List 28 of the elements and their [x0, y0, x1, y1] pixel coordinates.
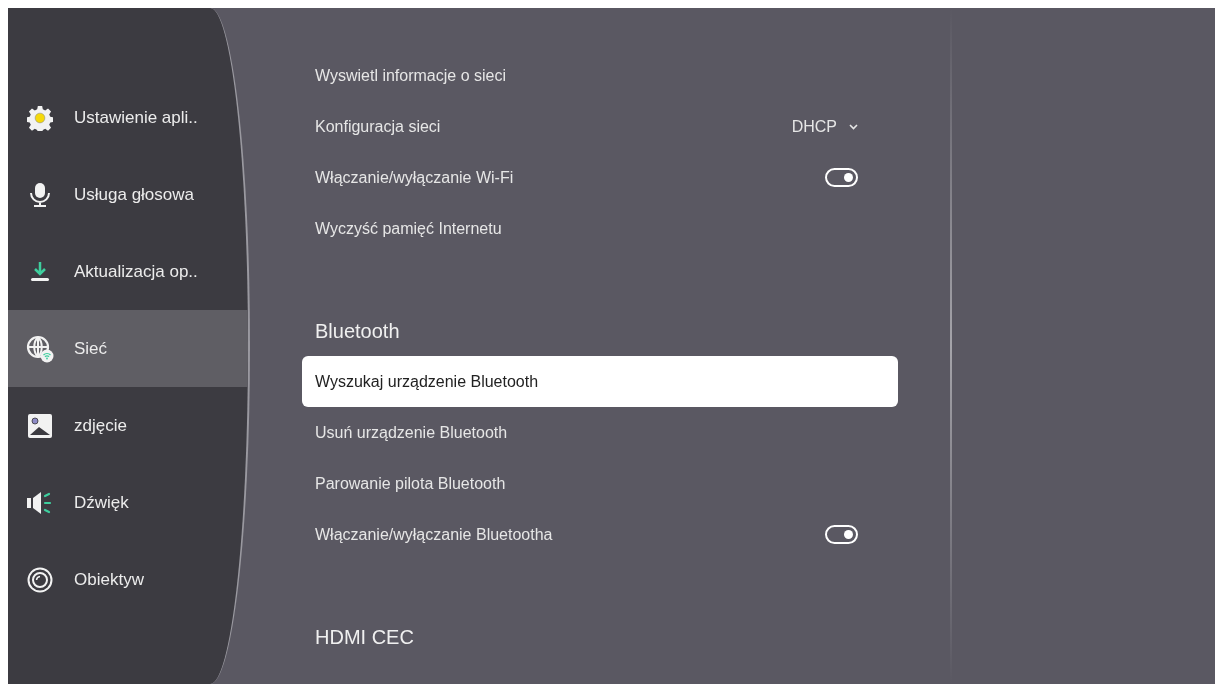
settings-row[interactable]: Wyswietl informacje o sieci: [302, 50, 898, 101]
settings-row[interactable]: Włączanie/wyłączanie Wi-Fi: [302, 152, 898, 203]
settings-row[interactable]: Wyczyść pamięć Internetu: [302, 203, 898, 254]
dropdown-value: DHCP: [791, 116, 837, 137]
chevron-down-icon: [849, 123, 858, 130]
sidebar-item[interactable]: Usługa głosowa: [8, 156, 248, 233]
toggle-switch[interactable]: [825, 525, 858, 544]
sidebar-item[interactable]: Obiektyw: [8, 541, 248, 618]
settings-row[interactable]: Włączanie/wyłączanie Bluetootha: [302, 509, 898, 560]
globe-wifi-icon: [26, 334, 54, 363]
microphone-icon: [28, 181, 52, 208]
lens-icon: [27, 566, 53, 593]
sidebar-item[interactable]: Ustawienie apli..: [8, 79, 248, 156]
settings-row[interactable]: Parowanie pilota Bluetooth: [302, 458, 898, 509]
sidebar-item[interactable]: Dźwięk: [8, 464, 248, 541]
download-icon: [28, 259, 52, 284]
gear-icon: [27, 104, 53, 131]
settings-row[interactable]: Konfiguracja sieci DHCP: [302, 101, 898, 152]
settings-row[interactable]: Usuń urządzenie Bluetooth: [302, 407, 898, 458]
toggle-switch[interactable]: [825, 168, 858, 187]
sidebar-item[interactable]: Sieć: [8, 310, 248, 387]
settings-row[interactable]: Wyszukaj urządzenie Bluetooth: [302, 356, 898, 407]
picture-icon: [27, 412, 53, 439]
speaker-icon: [26, 489, 54, 516]
section-heading: Bluetooth: [314, 319, 401, 344]
sidebar-item[interactable]: Aktualizacja op..: [8, 233, 248, 310]
sidebar-item[interactable]: zdjęcie: [8, 387, 248, 464]
section-heading: HDMI CEC: [314, 625, 415, 650]
